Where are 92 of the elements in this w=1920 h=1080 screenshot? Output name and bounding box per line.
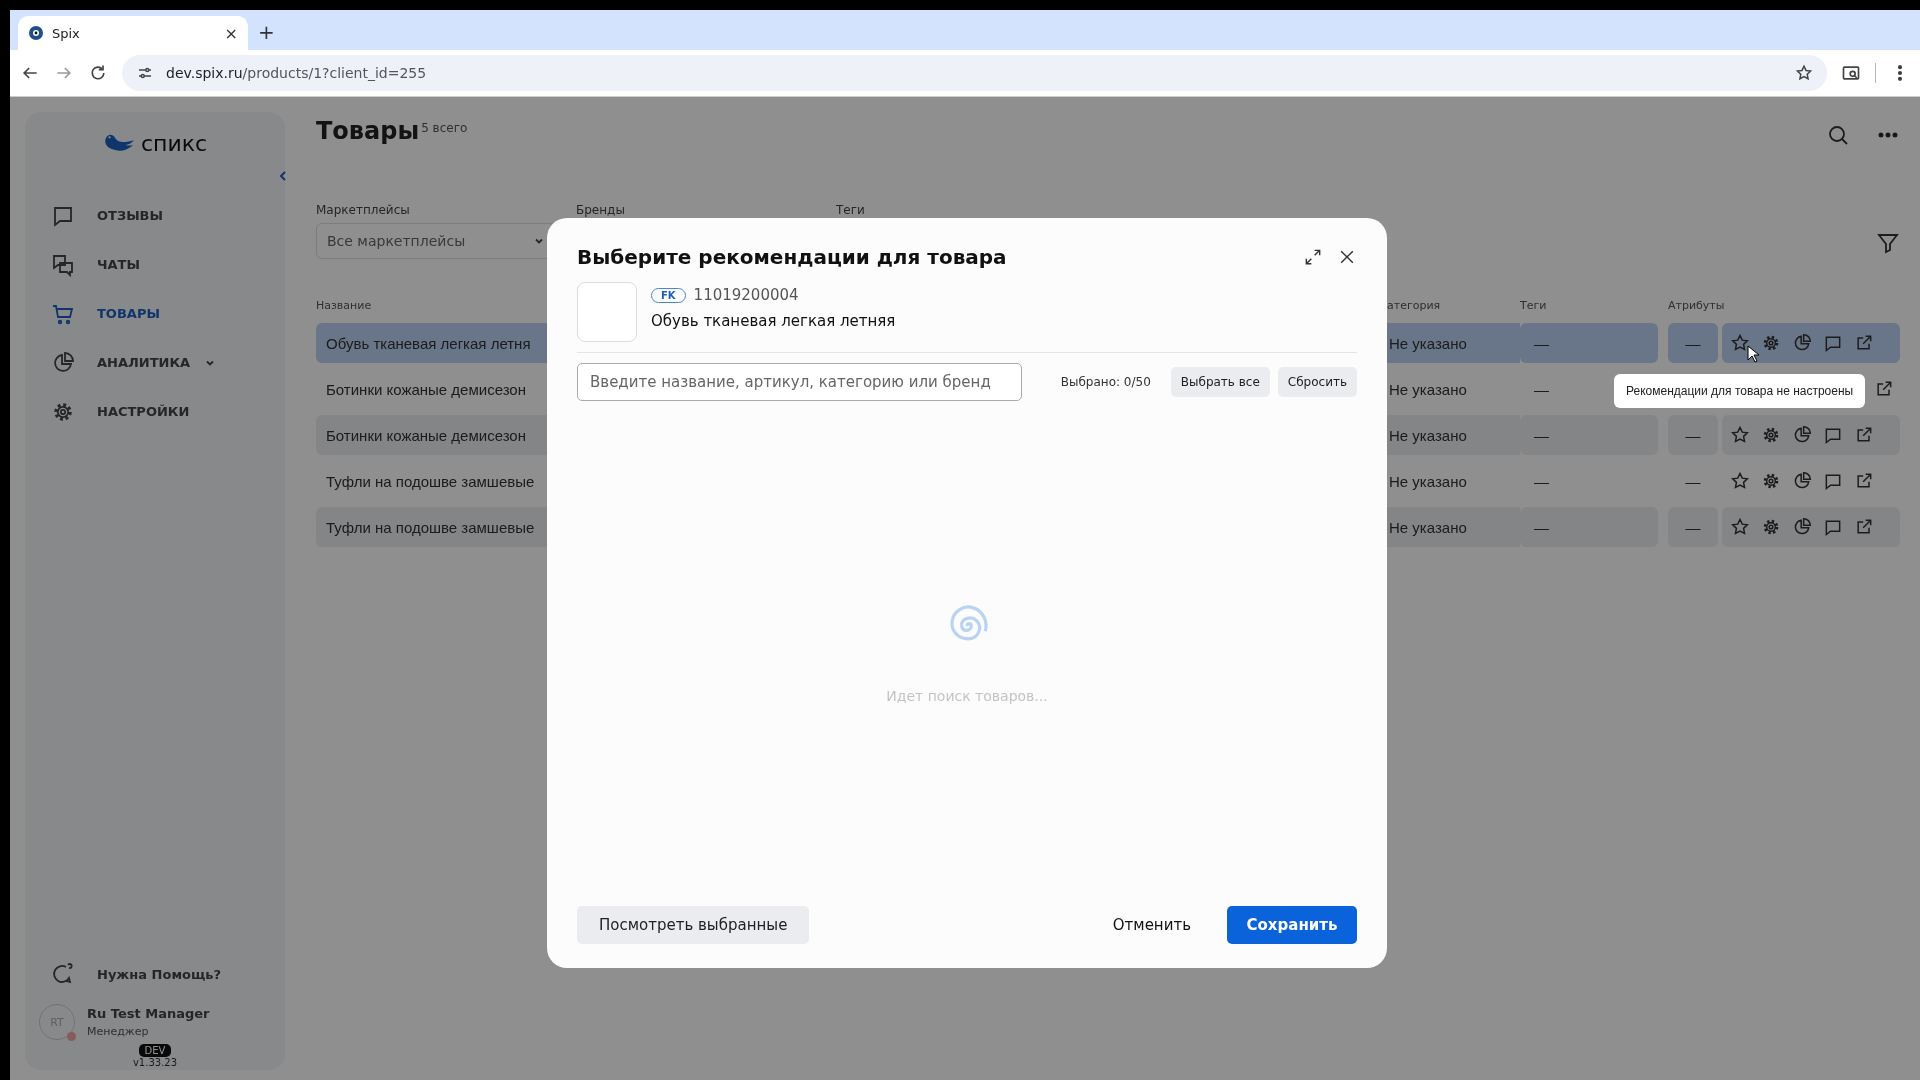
chat-bubble-icon[interactable] <box>1823 425 1843 445</box>
browser-tab[interactable]: Spix × <box>18 16 248 50</box>
env-badge: DEV <box>138 1044 172 1057</box>
reset-button[interactable]: Сбросить <box>1277 367 1357 397</box>
table-cell[interactable]: Ботинки кожаные демисезон <box>316 415 547 455</box>
column-header: Теги <box>1520 299 1548 314</box>
search-field[interactable]: Введите название, артикул, категорию или бренд <box>577 363 1022 401</box>
filter-label: Теги <box>836 203 866 217</box>
product-name: Обувь тканевая легкая летняя <box>651 312 896 330</box>
nav-item[interactable]: ТОВАРЫ <box>51 296 285 331</box>
table-cell: — <box>1685 334 1701 352</box>
settings-icon[interactable] <box>1761 425 1781 445</box>
column-header: Атрибуты <box>1668 299 1722 314</box>
modal-title: Выберите рекомендации для товара <box>577 245 1008 269</box>
site-favicon-icon <box>28 25 44 41</box>
settings-icon[interactable] <box>1761 333 1781 353</box>
table-cell-text: Не указано <box>1388 379 1468 400</box>
column-header: Название <box>316 299 373 314</box>
address-bar[interactable]: dev.spix.ru/products/1?client_id=255 <box>122 55 1827 91</box>
bookmark-star-icon[interactable] <box>1795 64 1813 82</box>
pie-chart-icon[interactable] <box>1792 333 1812 353</box>
cancel-button[interactable]: Отменить <box>1106 915 1197 935</box>
help-link[interactable]: Нужна Помощь? <box>97 966 222 982</box>
filter-label: Маркетплейсы <box>316 203 411 217</box>
nav-item[interactable]: ЧАТЫ <box>51 247 285 282</box>
external-link-icon[interactable] <box>1854 471 1874 491</box>
loading-text: Идет поиск товаров... <box>886 687 1048 704</box>
table-cell-text: Не указано <box>1388 471 1468 492</box>
star-icon[interactable] <box>1730 425 1750 445</box>
save-button[interactable]: Сохранить <box>1227 906 1357 944</box>
version-text: v1.33.23 <box>132 1057 178 1068</box>
table-cell[interactable]: Туфли на подошве замшевые <box>316 461 547 501</box>
pie-chart-icon[interactable] <box>1792 471 1812 491</box>
table-cell: — <box>1685 518 1701 536</box>
table-cell: Не указано <box>1387 323 1520 363</box>
settings-icon[interactable] <box>1761 517 1781 537</box>
table-cell: — <box>1534 380 1549 398</box>
logo-text: спикс <box>140 130 208 156</box>
external-link-icon[interactable] <box>1854 517 1874 537</box>
star-icon[interactable] <box>1730 333 1750 353</box>
bird-logo-icon <box>102 132 135 154</box>
settings-icon[interactable] <box>1761 471 1781 491</box>
collapse-chevron-icon[interactable] <box>277 170 289 182</box>
selected-count: Выбрано: 0/50 <box>1060 375 1151 389</box>
table-cell: — <box>1534 472 1549 490</box>
tab-title: Spix <box>52 25 81 41</box>
url-text: dev.spix.ru/products/1?client_id=255 <box>166 65 428 81</box>
select-all-button[interactable]: Выбрать все <box>1170 367 1270 397</box>
filter-label: Бренды <box>576 203 626 217</box>
table-cell: — <box>1534 426 1549 444</box>
view-selected-button[interactable]: Посмотреть выбранные <box>577 906 810 944</box>
pie-chart-icon[interactable] <box>1792 425 1812 445</box>
expand-icon[interactable] <box>1303 247 1323 267</box>
tab-search-icon[interactable] <box>1841 63 1861 83</box>
star-icon[interactable] <box>1730 517 1750 537</box>
tooltip: Рекомендации для товара не настроены <box>1614 374 1866 408</box>
external-link-icon[interactable] <box>1854 333 1874 353</box>
chats-icon <box>51 252 75 277</box>
pie-chart-icon[interactable] <box>1792 517 1812 537</box>
chat-bubble-icon[interactable] <box>1823 333 1843 353</box>
cursor-icon <box>1747 345 1759 363</box>
chat-bubble-icon[interactable] <box>1823 471 1843 491</box>
table-cell: — <box>1685 426 1701 444</box>
help-chat-icon[interactable] <box>51 962 75 986</box>
table-cell: — <box>1534 518 1549 536</box>
chat-bubble-icon[interactable] <box>1823 517 1843 537</box>
user-role: Менеджер <box>87 1025 150 1038</box>
new-tab-button[interactable]: + <box>258 16 275 44</box>
table-cell: — <box>1685 472 1701 490</box>
user-name: Ru Test Manager <box>87 1006 210 1021</box>
search-icon[interactable] <box>1826 123 1850 147</box>
product-thumbnail <box>577 282 637 342</box>
table-cell: — <box>1534 334 1549 352</box>
table-cell: Не указано <box>1387 507 1520 547</box>
column-header: атегория <box>1387 299 1442 314</box>
table-cell: Не указано <box>1387 415 1520 455</box>
table-cell[interactable]: Ботинки кожаные демисезон <box>316 369 547 409</box>
external-link-icon[interactable] <box>1874 379 1894 399</box>
nav-item[interactable]: НАСТРОЙКИ <box>51 394 285 429</box>
item-count: 5 всего <box>421 121 468 135</box>
table-cell[interactable]: Обувь тканевая легкая летня <box>316 323 547 363</box>
external-link-icon[interactable] <box>1854 425 1874 445</box>
pie-chart-icon <box>51 350 75 375</box>
nav-item[interactable]: АНАЛИТИКА <box>51 345 285 380</box>
product-sku: 11019200004 <box>693 286 799 304</box>
reload-icon[interactable] <box>88 63 108 83</box>
tab-close-button[interactable]: × <box>224 23 238 43</box>
star-icon[interactable] <box>1730 471 1750 491</box>
nav-item[interactable]: ОТЗЫВЫ <box>51 198 285 233</box>
table-cell[interactable]: Туфли на подошве замшевые <box>316 507 547 547</box>
filter-icon[interactable] <box>1876 231 1900 255</box>
page-title: Товары <box>316 117 420 145</box>
